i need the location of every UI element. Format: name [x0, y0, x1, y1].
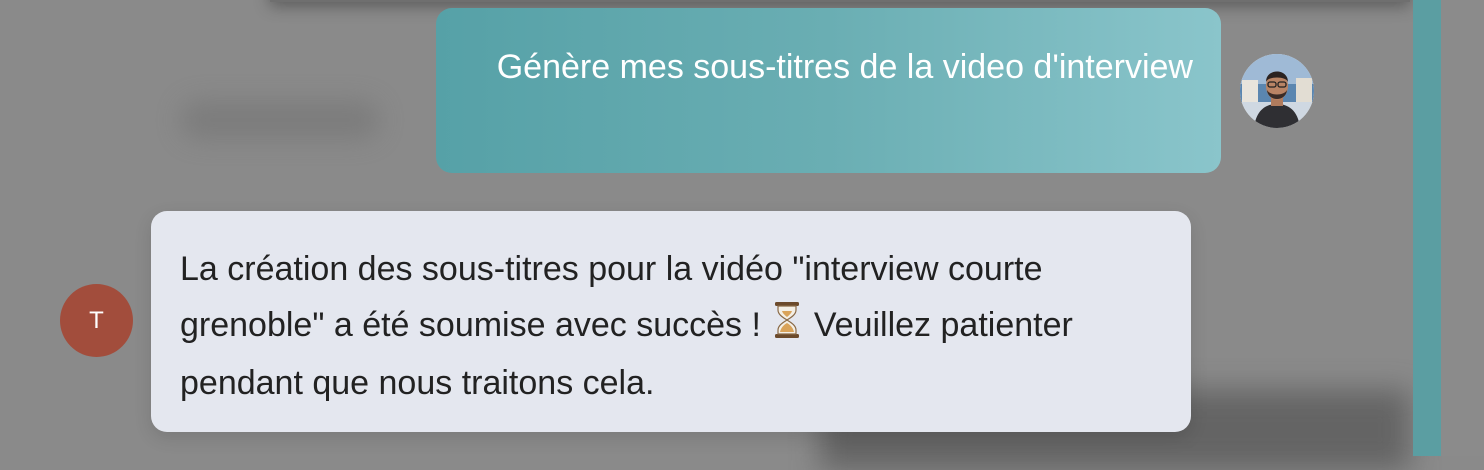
assistant-message-bubble: La création des sous-titres pour la vidé…: [151, 211, 1191, 432]
background-blur: [180, 100, 380, 140]
assistant-avatar-initial: T: [89, 306, 104, 334]
assistant-avatar: T: [60, 284, 133, 357]
user-message-text: Génère mes sous-titres de la video d'int…: [496, 48, 1193, 86]
right-accent-rail: [1413, 0, 1441, 456]
hourglass-icon: [774, 299, 800, 355]
user-avatar-photo: [1240, 54, 1314, 128]
user-avatar: [1240, 54, 1314, 128]
user-message-bubble: Génère mes sous-titres de la video d'int…: [436, 8, 1221, 173]
right-edge-panel: [1441, 0, 1484, 456]
overlay-top-shadow: [270, 0, 1410, 2]
